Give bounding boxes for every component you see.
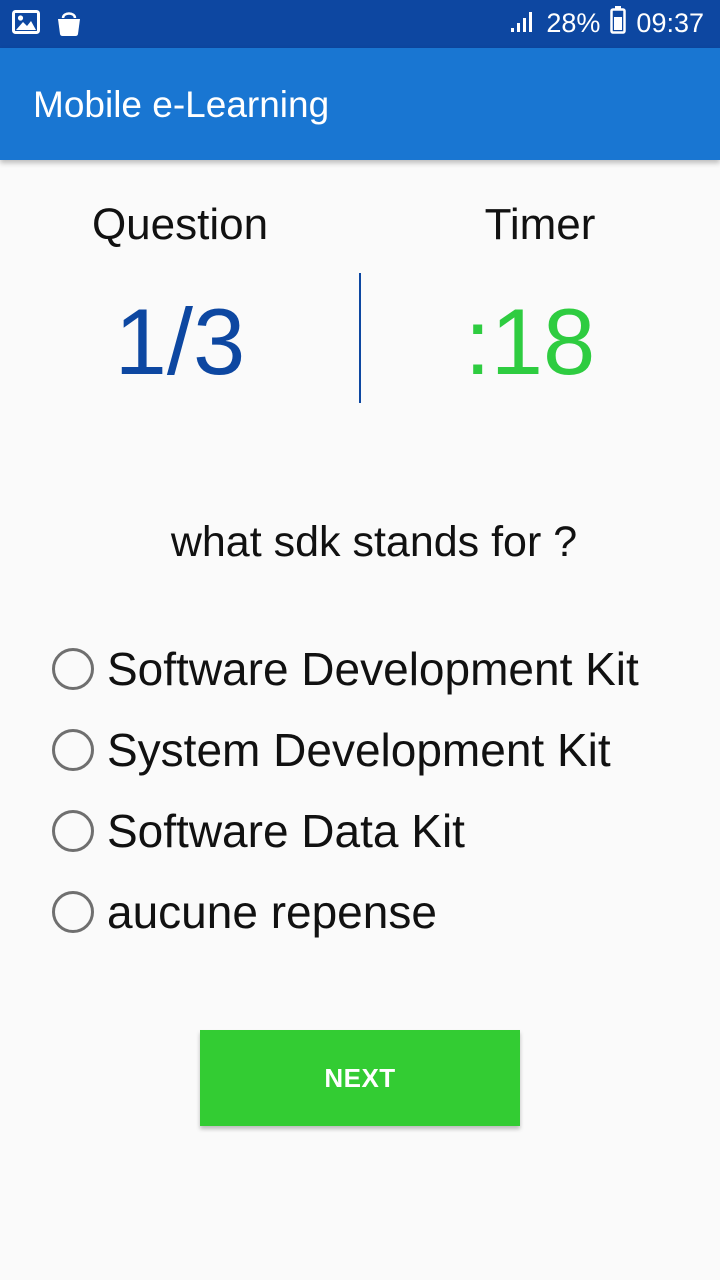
question-text: what sdk stands for ?: [170, 518, 578, 566]
answer-option-label: aucune repense: [107, 885, 437, 938]
status-bar: 28% 09:37: [0, 0, 720, 48]
image-icon: [12, 9, 40, 42]
timer-value: :18: [464, 289, 596, 394]
answer-option[interactable]: System Development Kit: [52, 709, 639, 790]
answer-option-label: Software Data Kit: [107, 804, 465, 857]
battery-icon: [610, 6, 627, 41]
stats-divider: [359, 273, 361, 403]
next-button[interactable]: NEXT: [200, 1030, 520, 1126]
status-bar-system: 28% 09:37: [510, 6, 704, 41]
question-label: Question: [91, 200, 269, 249]
app-bar: Mobile e-Learning: [0, 48, 720, 160]
clock-time: 09:37: [636, 8, 704, 38]
status-bar-notifications: [12, 9, 82, 42]
app-title: Mobile e-Learning: [33, 84, 330, 125]
quiz-stats: Question 1/3 Timer :18: [0, 190, 720, 420]
signal-icon: [510, 7, 536, 40]
answer-option-label: Software Development Kit: [107, 642, 639, 695]
answer-option[interactable]: Software Development Kit: [52, 628, 639, 709]
radio-button[interactable]: [52, 647, 94, 690]
answer-options: Software Development Kit System Developm…: [52, 628, 639, 952]
answer-option[interactable]: aucune repense: [52, 871, 639, 952]
radio-button[interactable]: [52, 890, 94, 933]
timer-label: Timer: [484, 200, 596, 249]
shopping-bag-icon: [56, 9, 82, 42]
battery-percent: 28%: [546, 8, 601, 38]
radio-button[interactable]: [52, 809, 94, 852]
question-counter: 1/3: [114, 289, 246, 394]
answer-option-label: System Development Kit: [107, 723, 611, 776]
radio-button[interactable]: [52, 728, 94, 771]
answer-option[interactable]: Software Data Kit: [52, 790, 639, 871]
